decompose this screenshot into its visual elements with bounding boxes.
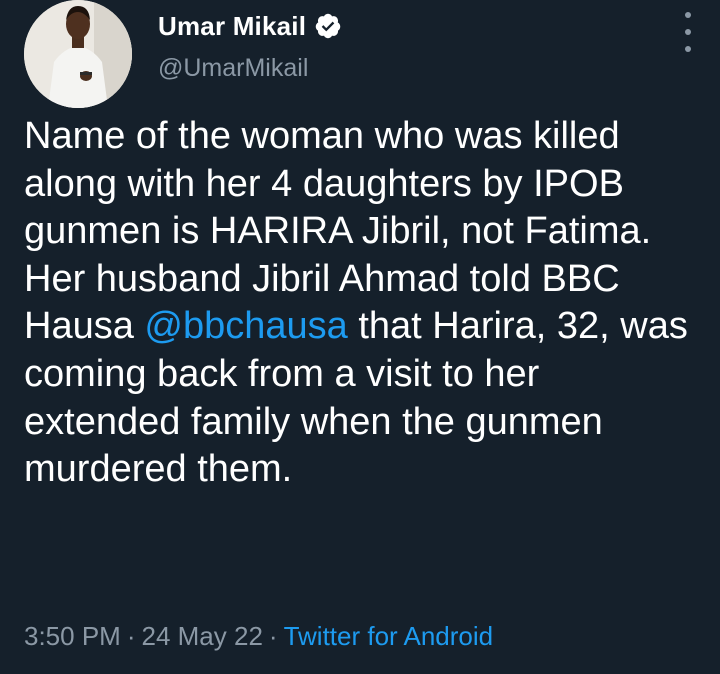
tweet: Umar Mikail @UmarMikail Name of the woma… [0, 0, 720, 674]
more-dot [685, 12, 691, 18]
tweet-date[interactable]: 24 May 22 [142, 621, 263, 651]
tweet-text: Name of the woman who was killed along w… [24, 113, 704, 494]
avatar-image [24, 0, 132, 108]
tweet-metadata: 3:50 PM · 24 May 22 · Twitter for Android [24, 621, 493, 652]
author-display-name[interactable]: Umar Mikail [158, 11, 306, 42]
more-options-icon[interactable] [676, 12, 700, 52]
tweet-header: Umar Mikail @UmarMikail [158, 6, 342, 83]
avatar[interactable] [24, 0, 132, 108]
meta-separator: · [268, 621, 278, 651]
author-handle[interactable]: @UmarMikail [158, 54, 342, 83]
more-dot [685, 46, 691, 52]
verified-badge-icon [314, 12, 342, 40]
meta-separator: · [126, 621, 136, 651]
more-dot [685, 29, 691, 35]
tweet-source-link[interactable]: Twitter for Android [284, 621, 494, 651]
author-name-row: Umar Mikail [158, 6, 342, 46]
tweet-time[interactable]: 3:50 PM [24, 621, 121, 651]
mention-link[interactable]: @bbchausa [144, 305, 347, 347]
